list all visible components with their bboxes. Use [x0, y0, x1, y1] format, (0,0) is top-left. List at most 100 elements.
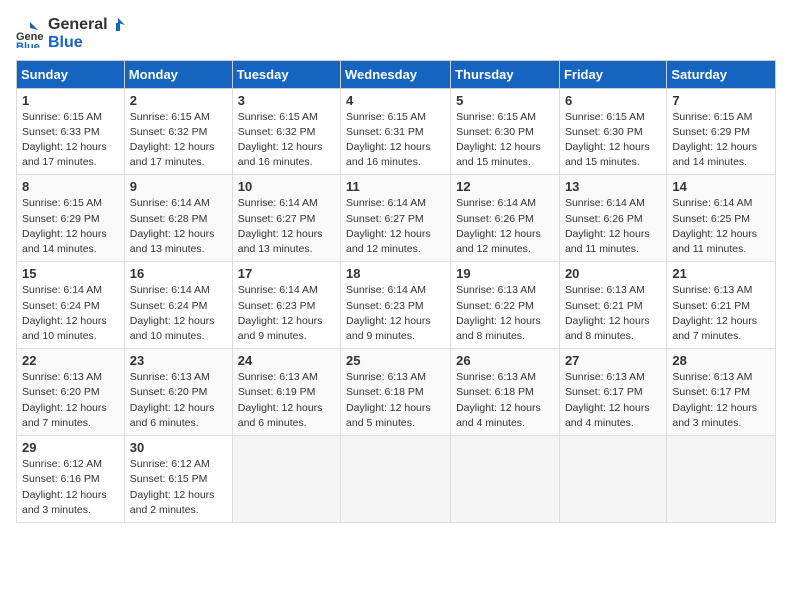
day-number: 14: [672, 179, 770, 194]
weekday-header-row: SundayMondayTuesdayWednesdayThursdayFrid…: [17, 60, 776, 88]
weekday-header-saturday: Saturday: [667, 60, 776, 88]
cell-text: Sunrise: 6:13 AM Sunset: 6:17 PM Dayligh…: [565, 370, 661, 431]
sunset-text: Sunset: 6:29 PM: [672, 126, 750, 138]
calendar-cell: 28 Sunrise: 6:13 AM Sunset: 6:17 PM Dayl…: [667, 349, 776, 436]
daylight-text: Daylight: 12 hours and 5 minutes.: [346, 402, 431, 429]
cell-text: Sunrise: 6:14 AM Sunset: 6:24 PM Dayligh…: [130, 283, 227, 344]
calendar-cell: 20 Sunrise: 6:13 AM Sunset: 6:21 PM Dayl…: [559, 262, 666, 349]
sunrise-text: Sunrise: 6:13 AM: [22, 371, 102, 383]
daylight-text: Daylight: 12 hours and 14 minutes.: [22, 228, 107, 255]
weekday-header-friday: Friday: [559, 60, 666, 88]
day-number: 13: [565, 179, 661, 194]
sunset-text: Sunset: 6:26 PM: [456, 213, 534, 225]
calendar-week-3: 15 Sunrise: 6:14 AM Sunset: 6:24 PM Dayl…: [17, 262, 776, 349]
sunrise-text: Sunrise: 6:15 AM: [22, 197, 102, 209]
sunrise-text: Sunrise: 6:13 AM: [672, 284, 752, 296]
calendar-cell: 23 Sunrise: 6:13 AM Sunset: 6:20 PM Dayl…: [124, 349, 232, 436]
sunset-text: Sunset: 6:22 PM: [456, 300, 534, 312]
day-number: 6: [565, 93, 661, 108]
daylight-text: Daylight: 12 hours and 6 minutes.: [130, 402, 215, 429]
daylight-text: Daylight: 12 hours and 4 minutes.: [456, 402, 541, 429]
sunset-text: Sunset: 6:25 PM: [672, 213, 750, 225]
cell-text: Sunrise: 6:12 AM Sunset: 6:15 PM Dayligh…: [130, 457, 227, 518]
day-number: 3: [238, 93, 335, 108]
daylight-text: Daylight: 12 hours and 6 minutes.: [238, 402, 323, 429]
sunrise-text: Sunrise: 6:14 AM: [346, 284, 426, 296]
cell-text: Sunrise: 6:13 AM Sunset: 6:21 PM Dayligh…: [672, 283, 770, 344]
cell-text: Sunrise: 6:15 AM Sunset: 6:30 PM Dayligh…: [565, 110, 661, 171]
sunrise-text: Sunrise: 6:14 AM: [130, 284, 210, 296]
cell-text: Sunrise: 6:15 AM Sunset: 6:32 PM Dayligh…: [130, 110, 227, 171]
calendar-cell: [559, 436, 666, 523]
calendar-cell: 4 Sunrise: 6:15 AM Sunset: 6:31 PM Dayli…: [341, 88, 451, 175]
sunrise-text: Sunrise: 6:14 AM: [565, 197, 645, 209]
cell-text: Sunrise: 6:13 AM Sunset: 6:18 PM Dayligh…: [456, 370, 554, 431]
sunrise-text: Sunrise: 6:14 AM: [22, 284, 102, 296]
sunset-text: Sunset: 6:32 PM: [238, 126, 316, 138]
calendar-cell: 13 Sunrise: 6:14 AM Sunset: 6:26 PM Dayl…: [559, 175, 666, 262]
day-number: 2: [130, 93, 227, 108]
sunrise-text: Sunrise: 6:15 AM: [672, 111, 752, 123]
sunrise-text: Sunrise: 6:13 AM: [565, 371, 645, 383]
daylight-text: Daylight: 12 hours and 9 minutes.: [346, 315, 431, 342]
sunrise-text: Sunrise: 6:13 AM: [238, 371, 318, 383]
day-number: 17: [238, 266, 335, 281]
day-number: 30: [130, 440, 227, 455]
daylight-text: Daylight: 12 hours and 15 minutes.: [456, 141, 541, 168]
day-number: 21: [672, 266, 770, 281]
sunset-text: Sunset: 6:32 PM: [130, 126, 208, 138]
day-number: 11: [346, 179, 445, 194]
day-number: 16: [130, 266, 227, 281]
daylight-text: Daylight: 12 hours and 17 minutes.: [22, 141, 107, 168]
calendar-cell: 2 Sunrise: 6:15 AM Sunset: 6:32 PM Dayli…: [124, 88, 232, 175]
day-number: 27: [565, 353, 661, 368]
daylight-text: Daylight: 12 hours and 8 minutes.: [565, 315, 650, 342]
calendar-cell: [341, 436, 451, 523]
calendar-cell: 7 Sunrise: 6:15 AM Sunset: 6:29 PM Dayli…: [667, 88, 776, 175]
sunset-text: Sunset: 6:17 PM: [565, 386, 643, 398]
cell-text: Sunrise: 6:13 AM Sunset: 6:18 PM Dayligh…: [346, 370, 445, 431]
calendar-cell: 8 Sunrise: 6:15 AM Sunset: 6:29 PM Dayli…: [17, 175, 125, 262]
sunrise-text: Sunrise: 6:14 AM: [456, 197, 536, 209]
logo-icon: General Blue: [16, 20, 44, 48]
cell-text: Sunrise: 6:14 AM Sunset: 6:25 PM Dayligh…: [672, 196, 770, 257]
day-number: 1: [22, 93, 119, 108]
calendar-cell: 25 Sunrise: 6:13 AM Sunset: 6:18 PM Dayl…: [341, 349, 451, 436]
sunrise-text: Sunrise: 6:14 AM: [346, 197, 426, 209]
daylight-text: Daylight: 12 hours and 15 minutes.: [565, 141, 650, 168]
calendar-week-1: 1 Sunrise: 6:15 AM Sunset: 6:33 PM Dayli…: [17, 88, 776, 175]
sunset-text: Sunset: 6:17 PM: [672, 386, 750, 398]
sunset-text: Sunset: 6:23 PM: [238, 300, 316, 312]
cell-text: Sunrise: 6:14 AM Sunset: 6:27 PM Dayligh…: [238, 196, 335, 257]
calendar-cell: 22 Sunrise: 6:13 AM Sunset: 6:20 PM Dayl…: [17, 349, 125, 436]
sunrise-text: Sunrise: 6:15 AM: [130, 111, 210, 123]
calendar-cell: 18 Sunrise: 6:14 AM Sunset: 6:23 PM Dayl…: [341, 262, 451, 349]
daylight-text: Daylight: 12 hours and 16 minutes.: [238, 141, 323, 168]
calendar-cell: 29 Sunrise: 6:12 AM Sunset: 6:16 PM Dayl…: [17, 436, 125, 523]
cell-text: Sunrise: 6:15 AM Sunset: 6:30 PM Dayligh…: [456, 110, 554, 171]
cell-text: Sunrise: 6:14 AM Sunset: 6:26 PM Dayligh…: [456, 196, 554, 257]
cell-text: Sunrise: 6:13 AM Sunset: 6:17 PM Dayligh…: [672, 370, 770, 431]
day-number: 8: [22, 179, 119, 194]
cell-text: Sunrise: 6:15 AM Sunset: 6:33 PM Dayligh…: [22, 110, 119, 171]
sunrise-text: Sunrise: 6:15 AM: [346, 111, 426, 123]
logo-general-text: General: [48, 16, 108, 33]
cell-text: Sunrise: 6:15 AM Sunset: 6:32 PM Dayligh…: [238, 110, 335, 171]
daylight-text: Daylight: 12 hours and 8 minutes.: [456, 315, 541, 342]
day-number: 9: [130, 179, 227, 194]
cell-text: Sunrise: 6:13 AM Sunset: 6:20 PM Dayligh…: [22, 370, 119, 431]
daylight-text: Daylight: 12 hours and 10 minutes.: [22, 315, 107, 342]
sunrise-text: Sunrise: 6:14 AM: [238, 284, 318, 296]
sunrise-text: Sunrise: 6:15 AM: [238, 111, 318, 123]
cell-text: Sunrise: 6:13 AM Sunset: 6:19 PM Dayligh…: [238, 370, 335, 431]
calendar-cell: 6 Sunrise: 6:15 AM Sunset: 6:30 PM Dayli…: [559, 88, 666, 175]
daylight-text: Daylight: 12 hours and 3 minutes.: [22, 489, 107, 516]
cell-text: Sunrise: 6:14 AM Sunset: 6:24 PM Dayligh…: [22, 283, 119, 344]
sunset-text: Sunset: 6:18 PM: [346, 386, 424, 398]
daylight-text: Daylight: 12 hours and 4 minutes.: [565, 402, 650, 429]
day-number: 23: [130, 353, 227, 368]
weekday-header-monday: Monday: [124, 60, 232, 88]
sunrise-text: Sunrise: 6:13 AM: [456, 371, 536, 383]
daylight-text: Daylight: 12 hours and 12 minutes.: [346, 228, 431, 255]
day-number: 5: [456, 93, 554, 108]
